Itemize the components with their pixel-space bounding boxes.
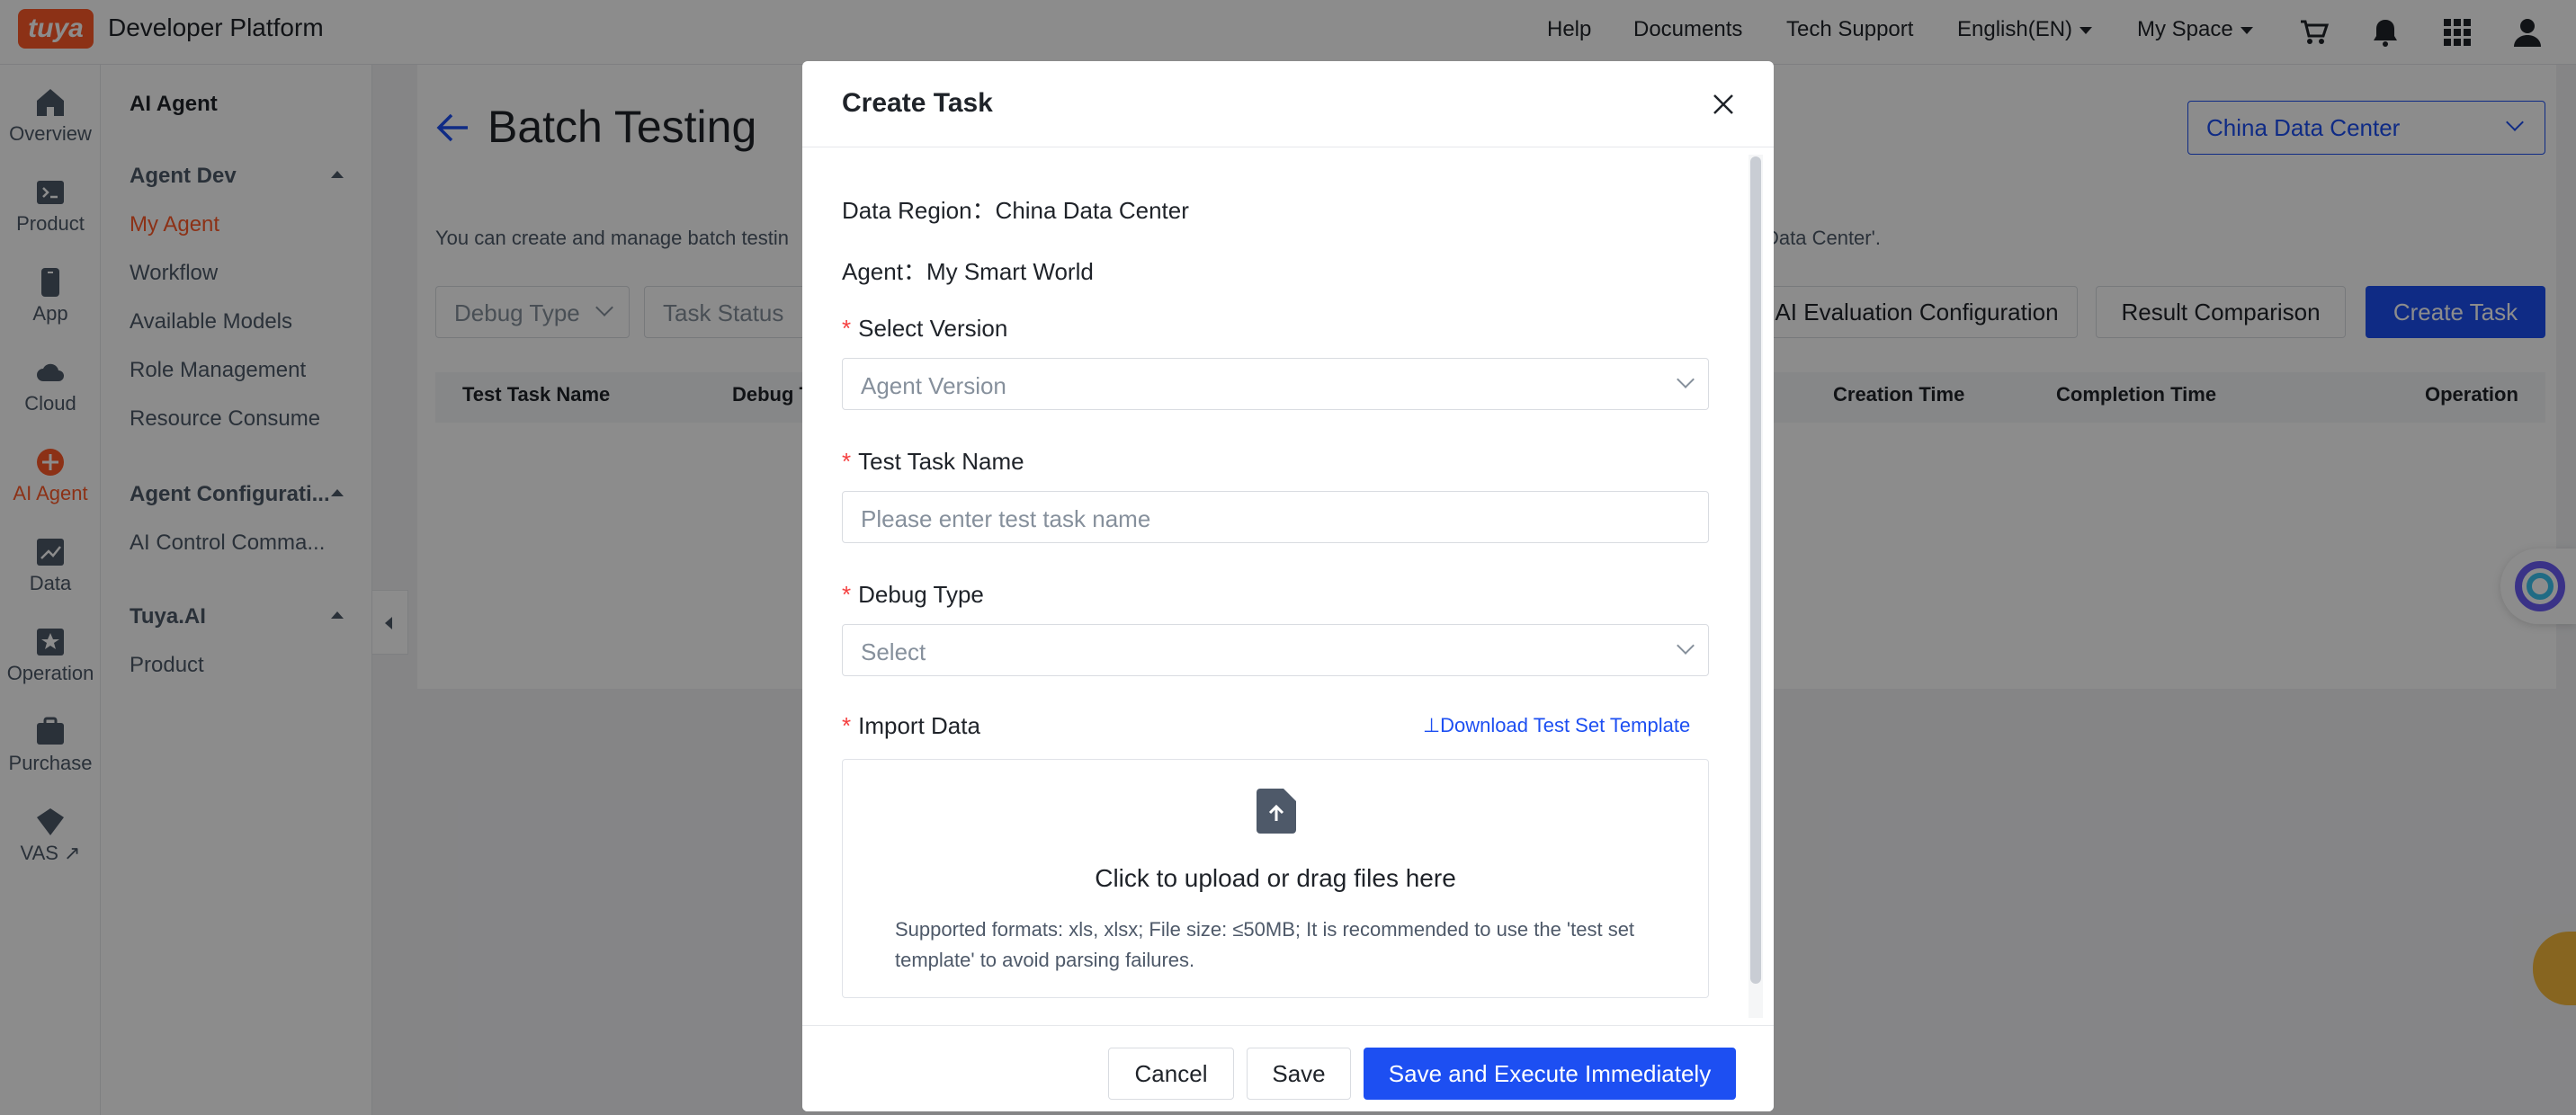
close-icon[interactable] [1711,92,1736,117]
save-and-execute-button[interactable]: Save and Execute Immediately [1364,1048,1736,1100]
modal-footer: Cancel Save Save and Execute Immediately [802,1025,1774,1111]
data-region-value: China Data Center [995,197,1189,224]
upload-title: Click to upload or drag files here [1095,864,1456,892]
data-region-info: Data Region：China Data Center [842,192,1189,226]
agent-version-select[interactable]: Agent Version [842,358,1709,410]
debug-type-label: * Debug Type [842,581,984,609]
required-mark: * [842,448,852,475]
create-task-modal: Create Task Data Region：China Data Cente… [802,61,1774,1111]
field-label-text: Import Data [858,712,980,739]
import-data-label: * Import Data [842,712,980,740]
download-icon: ⊥ [1423,714,1441,736]
agent-label: Agent： [842,258,926,285]
chevron-down-icon [1677,637,1695,655]
data-region-label: Data Region： [842,197,996,224]
select-version-label: * Select Version [842,315,1007,343]
select-placeholder: Select [861,638,926,665]
chevron-down-icon [1677,370,1695,388]
input-placeholder: Please enter test task name [861,505,1151,532]
debug-type-select[interactable]: Select [842,624,1709,676]
agent-value: My Smart World [926,258,1094,285]
download-link-text: Download Test Set Template [1440,714,1691,736]
required-mark: * [842,712,852,739]
test-task-name-input[interactable]: Please enter test task name [842,491,1709,543]
cancel-button[interactable]: Cancel [1108,1048,1234,1100]
save-button[interactable]: Save [1247,1048,1351,1100]
required-mark: * [842,315,852,342]
required-mark: * [842,581,852,608]
modal-scrollbar-thumb[interactable] [1750,156,1761,984]
modal-header: Create Task [802,61,1774,147]
test-task-name-label: * Test Task Name [842,448,1024,476]
upload-file-icon [1257,789,1296,834]
field-label-text: Select Version [858,315,1008,342]
upload-dropzone[interactable]: Click to upload or drag files here Suppo… [842,759,1709,998]
field-label-text: Debug Type [858,581,984,608]
modal-title: Create Task [842,88,993,118]
select-placeholder: Agent Version [861,372,1006,399]
download-template-link[interactable]: ⊥Download Test Set Template [1423,714,1690,737]
field-label-text: Test Task Name [858,448,1024,475]
upload-hint: Supported formats: xls, xlsx; File size:… [895,918,1635,971]
agent-info: Agent：My Smart World [842,254,1094,287]
